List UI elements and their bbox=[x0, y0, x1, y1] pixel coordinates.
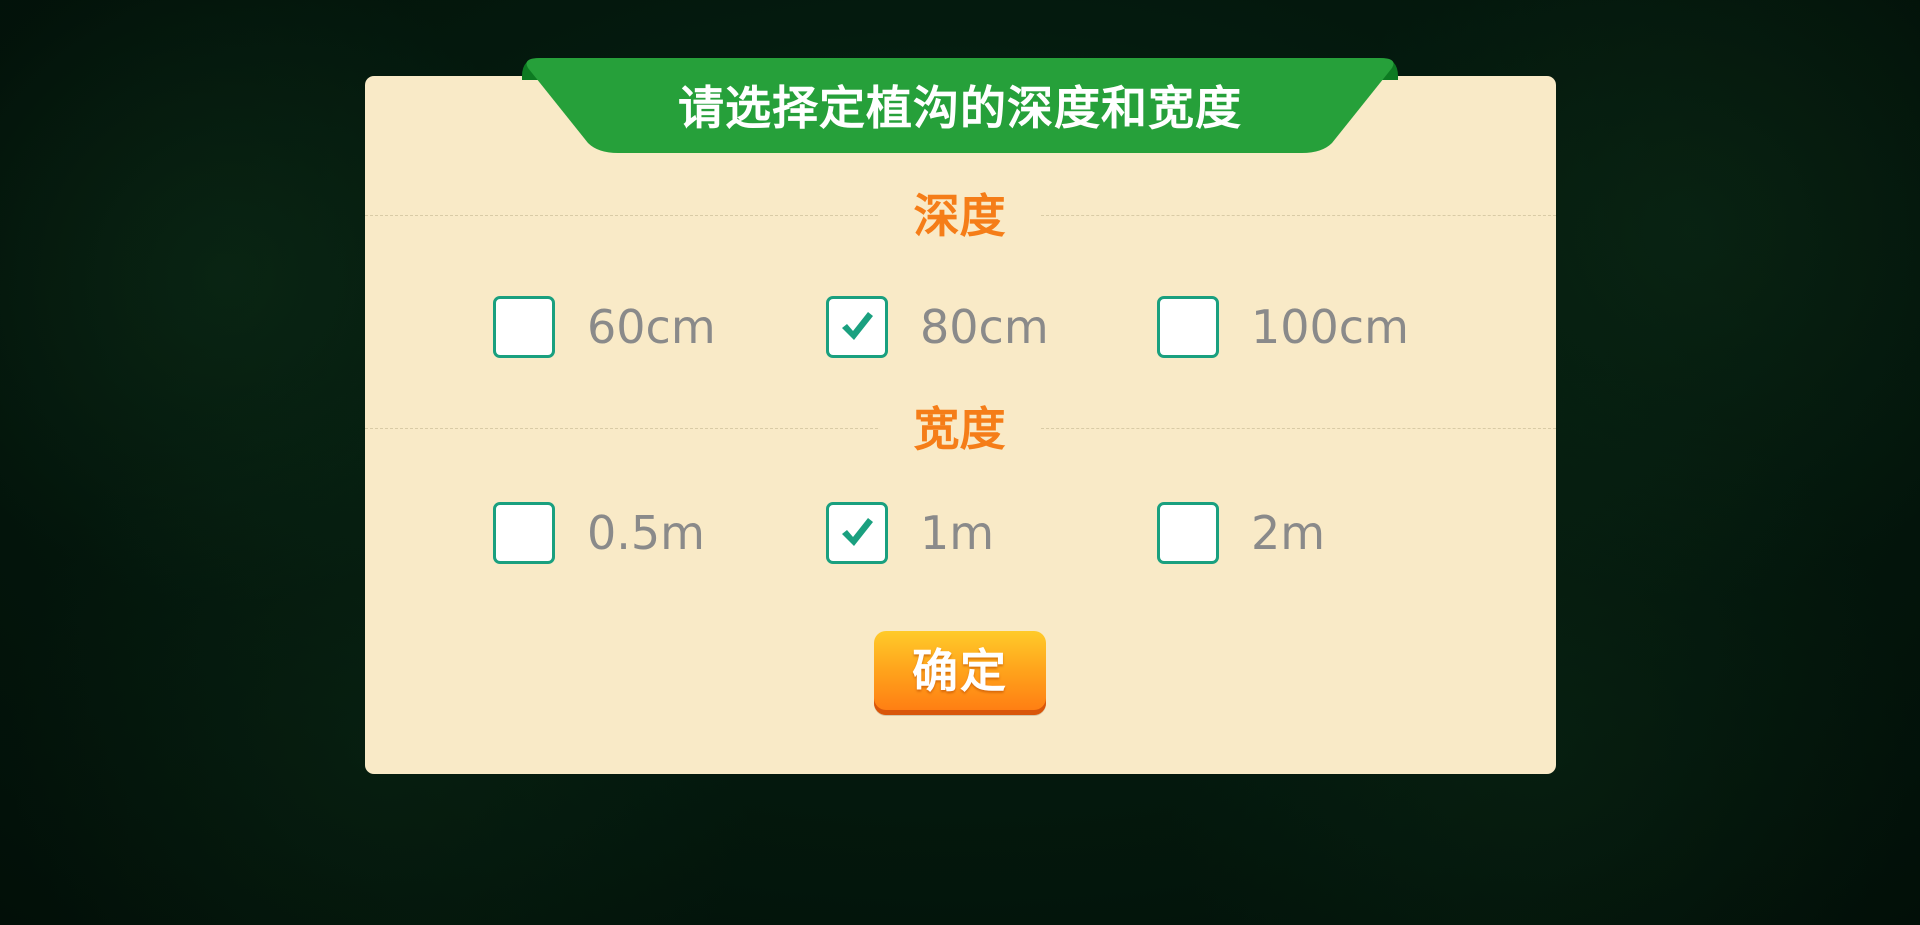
width-2m-checkbox[interactable] bbox=[1157, 502, 1219, 564]
depth-100cm-checkbox[interactable] bbox=[1157, 296, 1219, 358]
depth-section-header: 深度 bbox=[365, 186, 1556, 246]
check-icon bbox=[842, 518, 873, 546]
option-label: 2m bbox=[1251, 506, 1326, 560]
check-icon bbox=[842, 312, 873, 340]
width-0.5m-checkbox[interactable] bbox=[493, 502, 555, 564]
option-label: 60cm bbox=[587, 300, 716, 354]
divider-left bbox=[365, 428, 878, 429]
divider-right bbox=[1041, 215, 1556, 216]
depth-option-100cm[interactable]: 100cm bbox=[1157, 292, 1409, 362]
confirm-button[interactable]: 确定 bbox=[874, 631, 1046, 715]
width-option-0.5m[interactable]: 0.5m bbox=[493, 498, 705, 568]
option-label: 0.5m bbox=[587, 506, 705, 560]
option-label: 1m bbox=[920, 506, 995, 560]
divider-right bbox=[1041, 428, 1556, 429]
width-option-1m[interactable]: 1m bbox=[826, 498, 994, 568]
width-1m-checkbox[interactable] bbox=[826, 502, 888, 564]
width-option-2m[interactable]: 2m bbox=[1157, 498, 1325, 568]
width-section-header: 宽度 bbox=[365, 399, 1556, 459]
depth-80cm-checkbox[interactable] bbox=[826, 296, 888, 358]
option-label: 80cm bbox=[920, 300, 1049, 354]
depth-label: 深度 bbox=[913, 189, 1006, 243]
width-label: 宽度 bbox=[913, 402, 1006, 456]
divider-left bbox=[365, 215, 878, 216]
trench-size-dialog: 请选择定植沟的深度和宽度 深度 60cm 80cm 100cm 宽度 0.5m bbox=[365, 58, 1556, 774]
depth-option-60cm[interactable]: 60cm bbox=[493, 292, 716, 362]
title-ribbon: 请选择定植沟的深度和宽度 bbox=[522, 58, 1398, 153]
depth-option-80cm[interactable]: 80cm bbox=[826, 292, 1049, 362]
dialog-title: 请选择定植沟的深度和宽度 bbox=[678, 81, 1242, 135]
depth-60cm-checkbox[interactable] bbox=[493, 296, 555, 358]
option-label: 100cm bbox=[1251, 300, 1409, 354]
